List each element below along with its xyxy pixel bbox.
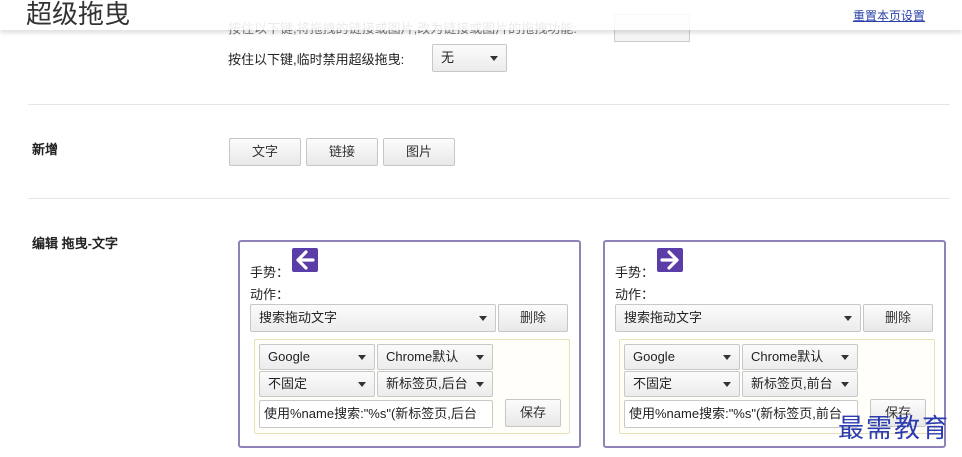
tab-mode-select[interactable]: 新标签页,前台 <box>742 371 858 397</box>
action-label: 动作： <box>615 287 655 302</box>
template-value: 使用%name搜索:"%s"(新标签页,后台 <box>264 406 477 421</box>
header: 超级拖曳 重置本页设置 <box>0 0 962 30</box>
chevron-down-icon <box>841 355 849 360</box>
chevron-down-icon <box>490 56 498 61</box>
template-input[interactable]: 使用%name搜索:"%s"(新标签页,前台 <box>624 400 858 428</box>
action-value: 搜索拖动文字 <box>259 310 338 325</box>
tab-mode-value: 新标签页,后台 <box>386 376 468 391</box>
chevron-down-icon <box>476 355 484 360</box>
disable-key-value: 无 <box>441 50 455 65</box>
position-select[interactable]: 不固定 <box>624 371 740 397</box>
action-label: 动作： <box>250 287 290 302</box>
chevron-down-icon <box>841 382 849 387</box>
arrow-left-icon <box>292 248 318 272</box>
chevron-down-icon <box>476 382 484 387</box>
chevron-down-icon <box>723 355 731 360</box>
search-options-box: Google Chrome默认 不固定 新标签页,后台 使用%name搜索:"%… <box>254 339 570 434</box>
encoding-value: Chrome默认 <box>751 349 824 364</box>
chevron-down-icon <box>723 382 731 387</box>
chevron-down-icon <box>358 355 366 360</box>
engine-value: Google <box>268 349 310 364</box>
chevron-down-icon <box>844 316 852 321</box>
action-select[interactable]: 搜索拖动文字 <box>250 304 496 332</box>
engine-select[interactable]: Google <box>624 344 740 370</box>
new-text-button[interactable]: 文字 <box>229 138 301 166</box>
action-select[interactable]: 搜索拖动文字 <box>615 304 861 332</box>
divider <box>28 198 950 199</box>
delete-button[interactable]: 删除 <box>498 304 568 332</box>
gesture-label: 手势： <box>250 265 290 280</box>
action-value: 搜索拖动文字 <box>624 310 703 325</box>
new-section-label: 新增 <box>32 142 59 157</box>
reset-settings-link[interactable]: 重置本页设置 <box>853 7 925 24</box>
edit-section-label: 编辑 拖曳-文字 <box>32 236 118 251</box>
encoding-value: Chrome默认 <box>386 349 459 364</box>
template-value: 使用%name搜索:"%s"(新标签页,前台 <box>629 406 842 421</box>
delete-button[interactable]: 删除 <box>863 304 933 332</box>
engine-value: Google <box>633 349 675 364</box>
chevron-down-icon <box>479 316 487 321</box>
new-link-button[interactable]: 链接 <box>306 138 378 166</box>
tab-mode-select[interactable]: 新标签页,后台 <box>377 371 493 397</box>
position-select[interactable]: 不固定 <box>259 371 375 397</box>
position-value: 不固定 <box>268 376 308 391</box>
chevron-down-icon <box>358 382 366 387</box>
arrow-right-icon <box>657 248 683 272</box>
encoding-select[interactable]: Chrome默认 <box>377 344 493 370</box>
gesture-label: 手势： <box>615 265 655 280</box>
disable-key-select[interactable]: 无 <box>432 44 507 72</box>
watermark: 最需教育 <box>838 414 951 444</box>
template-input[interactable]: 使用%name搜索:"%s"(新标签页,后台 <box>259 400 493 428</box>
tab-mode-value: 新标签页,前台 <box>751 376 833 391</box>
position-value: 不固定 <box>633 376 673 391</box>
encoding-select[interactable]: Chrome默认 <box>742 344 858 370</box>
page-title: 超级拖曳 <box>26 0 131 29</box>
save-button[interactable]: 保存 <box>505 399 561 427</box>
gesture-panel-left: 手势： 动作： 搜索拖动文字 删除 Google Chrome默认 不固定 新标… <box>238 240 581 448</box>
divider <box>28 104 950 105</box>
new-image-button[interactable]: 图片 <box>383 138 455 166</box>
engine-select[interactable]: Google <box>259 344 375 370</box>
disable-key-label: 按住以下键,临时禁用超级拖曳: <box>228 52 405 67</box>
